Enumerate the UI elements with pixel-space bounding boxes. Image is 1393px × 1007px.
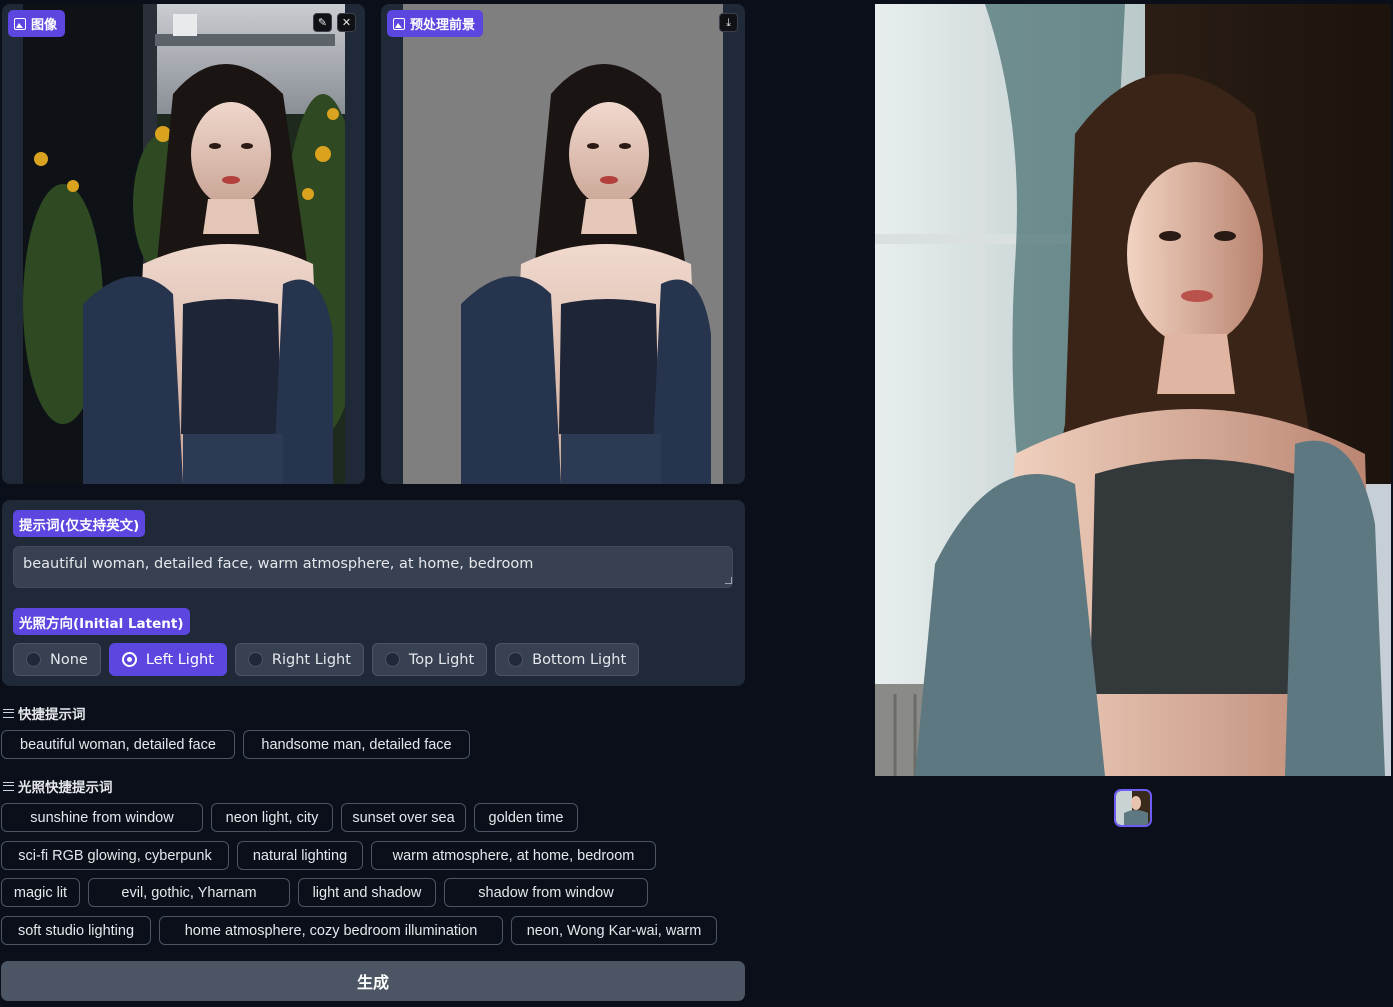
light-prompt-chip[interactable]: soft studio lighting <box>1 916 151 945</box>
list-icon <box>3 708 14 718</box>
prompt-input[interactable] <box>13 546 733 588</box>
input-image-label: 图像 <box>8 10 66 37</box>
light-prompts-row: sunshine from window neon light, city su… <box>1 803 578 832</box>
input-image-label-text: 图像 <box>31 18 58 33</box>
close-icon[interactable]: ✕ <box>337 13 356 32</box>
light-prompt-chip[interactable]: home atmosphere, cozy bedroom illuminati… <box>159 916 503 945</box>
download-icon[interactable]: ⤓ <box>719 13 738 32</box>
quick-prompt-chip[interactable]: handsome man, detailed face <box>243 730 470 759</box>
radio-top-light[interactable]: Top Light <box>371 643 488 676</box>
output-photo-illustration <box>875 4 1391 776</box>
light-prompt-chip[interactable]: sunshine from window <box>1 803 203 832</box>
radio-label: Right Light <box>271 651 351 668</box>
radio-label: None <box>50 651 88 668</box>
image-icon <box>393 17 405 30</box>
light-prompt-chip[interactable]: neon light, city <box>211 803 333 832</box>
output-thumbnail-illustration <box>1116 791 1150 825</box>
foreground-photo-illustration <box>403 4 723 484</box>
radio-dot-icon <box>508 652 524 667</box>
radio-label: Left Light <box>145 651 214 668</box>
light-direction-label: 光照方向(Initial Latent) <box>13 608 190 635</box>
radio-dot-icon <box>247 652 263 667</box>
light-prompt-chip[interactable]: light and shadow <box>298 878 436 907</box>
foreground-image-label-text: 预处理前景 <box>410 18 476 33</box>
light-quick-prompts-title-text: 光照快捷提示词 <box>18 780 113 796</box>
quick-prompts-list: beautiful woman, detailed face handsome … <box>1 730 470 759</box>
light-prompts-row: sci-fi RGB glowing, cyberpunk natural li… <box>1 841 656 870</box>
light-prompts-row: magic lit evil, gothic, Yharnam light an… <box>1 878 648 907</box>
output-image[interactable] <box>875 4 1391 776</box>
light-direction-radio-group: None Left Light Right Light Top Light Bo… <box>13 643 640 676</box>
image-icon <box>14 17 26 30</box>
light-prompt-chip[interactable]: warm atmosphere, at home, bedroom <box>371 841 656 870</box>
input-photo-illustration <box>23 4 345 484</box>
quick-prompts-title: 快捷提示词 <box>3 703 86 723</box>
light-prompt-chip[interactable]: sci-fi RGB glowing, cyberpunk <box>1 841 229 870</box>
foreground-photo <box>403 4 723 484</box>
radio-bottom-light[interactable]: Bottom Light <box>495 643 640 676</box>
prompt-settings-block: 提示词(仅支持英文) 光照方向(Initial Latent) None Lef… <box>2 500 745 686</box>
radio-none[interactable]: None <box>13 643 101 676</box>
light-prompt-chip[interactable]: magic lit <box>1 878 80 907</box>
radio-left-light[interactable]: Left Light <box>108 643 227 676</box>
prompt-label: 提示词(仅支持英文) <box>13 510 146 537</box>
light-prompt-chip[interactable]: sunset over sea <box>341 803 466 832</box>
foreground-image-label: 预处理前景 <box>387 10 484 37</box>
radio-dot-icon <box>121 652 137 667</box>
light-prompt-chip[interactable]: natural lighting <box>237 841 363 870</box>
light-prompt-chip[interactable]: golden time <box>474 803 578 832</box>
radio-right-light[interactable]: Right Light <box>234 643 364 676</box>
light-prompt-chip[interactable]: neon, Wong Kar-wai, warm <box>511 916 717 945</box>
light-prompt-chip[interactable]: shadow from window <box>444 878 648 907</box>
light-quick-prompts-title: 光照快捷提示词 <box>3 776 113 796</box>
light-prompt-chip[interactable]: evil, gothic, Yharnam <box>88 878 290 907</box>
list-icon <box>3 781 14 791</box>
radio-dot-icon <box>384 652 400 667</box>
pencil-icon[interactable]: ✎ <box>313 13 332 32</box>
light-prompts-row: soft studio lighting home atmosphere, co… <box>1 916 717 945</box>
input-photo <box>23 4 345 484</box>
resize-grip-icon[interactable] <box>725 577 732 584</box>
output-thumbnail[interactable] <box>1114 789 1152 827</box>
input-image-panel[interactable]: 图像 ✎ ✕ <box>2 4 365 484</box>
quick-prompts-title-text: 快捷提示词 <box>18 707 86 723</box>
radio-label: Top Light <box>408 651 475 668</box>
quick-prompt-chip[interactable]: beautiful woman, detailed face <box>1 730 235 759</box>
radio-label: Bottom Light <box>532 651 627 668</box>
foreground-image-panel[interactable]: 预处理前景 ⤓ <box>381 4 745 484</box>
radio-dot-icon <box>26 652 41 667</box>
generate-button[interactable]: 生成 <box>1 961 745 1001</box>
